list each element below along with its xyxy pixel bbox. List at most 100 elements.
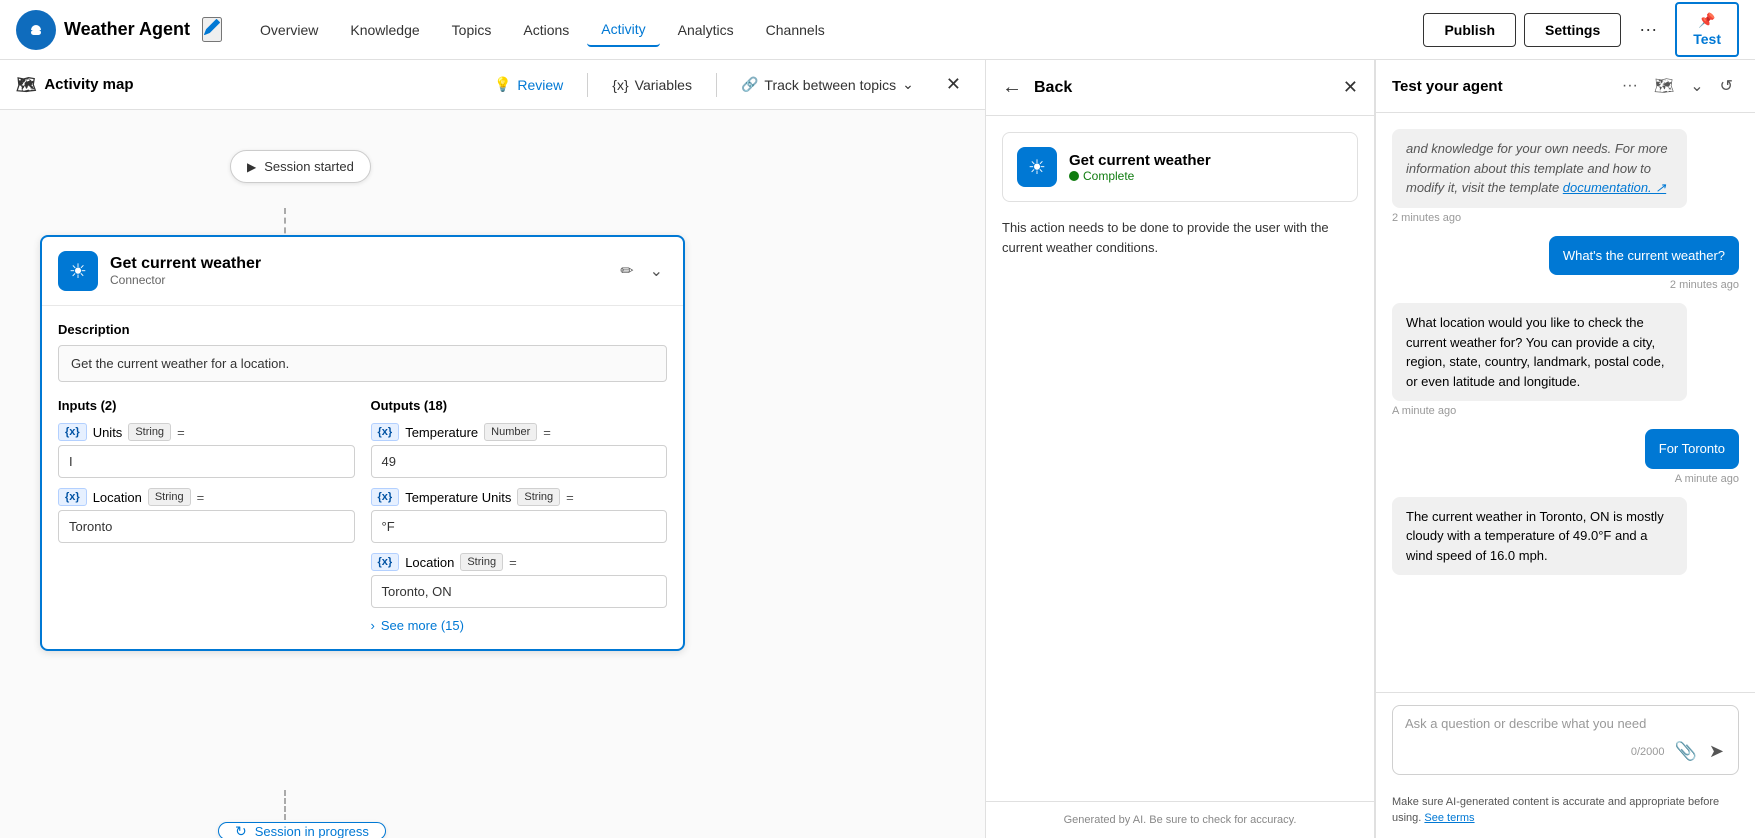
card-title: Get current weather: [110, 255, 616, 273]
action-card-icon: ☀: [1017, 147, 1057, 187]
description-text: Get the current weather for a location.: [58, 345, 667, 382]
nav-link-analytics[interactable]: Analytics: [664, 13, 748, 47]
chat-timestamp-4: A minute ago: [1645, 473, 1739, 485]
chat-timestamp-3: A minute ago: [1392, 405, 1687, 417]
chat-title: Test your agent: [1392, 78, 1616, 95]
card-subtitle: Connector: [110, 273, 616, 287]
session-progress-label: Session in progress: [255, 824, 369, 838]
track-icon: 🔗: [741, 76, 758, 93]
track-label: Track between topics: [764, 77, 896, 93]
publish-button[interactable]: Publish: [1423, 13, 1516, 47]
test-button[interactable]: 📌 Test: [1675, 2, 1739, 57]
nav-links: Overview Knowledge Topics Actions Activi…: [246, 13, 1415, 47]
chat-send-button[interactable]: ➤: [1707, 739, 1726, 764]
units-eq: =: [177, 425, 185, 440]
see-more-label: See more (15): [381, 618, 464, 633]
chat-refresh-button[interactable]: ↺: [1714, 72, 1739, 100]
session-progress-icon: ↻: [235, 823, 247, 838]
chat-more-button[interactable]: ···: [1616, 72, 1644, 100]
track-topics-button[interactable]: 🔗 Track between topics ⌄: [729, 70, 926, 99]
activity-toolbar: 🗺 Activity map 💡 Review {x} Variables 🔗 …: [0, 60, 985, 110]
toolbar-close-button[interactable]: ✕: [938, 70, 969, 99]
units-name: Units: [93, 425, 123, 440]
loc-str-eq: =: [509, 555, 517, 570]
status-label: Complete: [1083, 169, 1134, 183]
nav-link-knowledge[interactable]: Knowledge: [336, 13, 433, 47]
see-more-icon: ›: [371, 618, 375, 633]
chat-input-area: Ask a question or describe what you need…: [1376, 692, 1755, 787]
chat-text-1: and knowledge for your own needs. For mo…: [1406, 141, 1668, 195]
action-panel: ← Back ✕ ☀ Get current weather Complete …: [985, 60, 1375, 838]
inputs-label: Inputs (2): [58, 398, 355, 413]
action-card-info: Get current weather Complete: [1069, 152, 1343, 183]
toolbar-divider: [587, 73, 588, 97]
temp-units-eq: =: [566, 490, 574, 505]
chat-footer: Make sure AI-generated content is accura…: [1376, 787, 1755, 838]
action-close-button[interactable]: ✕: [1343, 77, 1358, 98]
chat-bubble-1: and knowledge for your own needs. For mo…: [1392, 129, 1687, 208]
nav-edit-button[interactable]: [202, 17, 222, 42]
nav-actions: Publish Settings ··· 📌 Test: [1423, 2, 1739, 57]
inputs-col: Inputs (2) {x} Units String = I: [58, 398, 355, 633]
chat-map-button[interactable]: 🗺: [1648, 72, 1680, 100]
test-label: Test: [1693, 31, 1721, 47]
action-panel-header: ← Back ✕: [986, 60, 1374, 116]
activity-area: 🗺 Activity map 💡 Review {x} Variables 🔗 …: [0, 60, 985, 838]
chat-bubble-2: What's the current weather?: [1549, 236, 1739, 276]
input-tag-row-units: {x} Units String =: [58, 423, 355, 441]
connector-line-bottom: [284, 790, 286, 820]
card-edit-button[interactable]: ✏: [616, 257, 637, 285]
location-eq: =: [197, 490, 205, 505]
chat-footer-link[interactable]: See terms: [1424, 812, 1474, 824]
chat-input-box: Ask a question or describe what you need…: [1392, 705, 1739, 775]
chat-input-row: Ask a question or describe what you need: [1405, 716, 1726, 731]
temp-eq: =: [543, 425, 551, 440]
chat-panel: Test your agent ··· 🗺 ⌄ ↺ and knowledge …: [1375, 60, 1755, 838]
more-button[interactable]: ···: [1629, 11, 1667, 48]
action-card: ☀ Get current weather Complete: [1002, 132, 1358, 202]
chat-header: Test your agent ··· 🗺 ⌄ ↺: [1376, 60, 1755, 113]
loc-str-var-tag: {x}: [371, 553, 400, 571]
card-icon: ☀: [58, 251, 98, 291]
settings-button[interactable]: Settings: [1524, 13, 1621, 47]
chat-message-5: The current weather in Toronto, ON is mo…: [1392, 497, 1687, 576]
see-more-button[interactable]: › See more (15): [371, 618, 668, 633]
action-panel-title: Back: [1034, 79, 1343, 97]
review-label: Review: [517, 77, 563, 93]
temp-value: 49: [371, 445, 668, 478]
session-started-label: Session started: [264, 159, 354, 174]
nav-link-topics[interactable]: Topics: [438, 13, 506, 47]
action-back-button[interactable]: ←: [1002, 76, 1022, 99]
chat-timestamp-2: 2 minutes ago: [1549, 279, 1739, 291]
documentation-link[interactable]: documentation. ↗: [1563, 180, 1666, 195]
location-value: Toronto: [58, 510, 355, 543]
nav-link-channels[interactable]: Channels: [752, 13, 839, 47]
description-label: Description: [58, 322, 667, 337]
map-icon: 🗺: [16, 75, 36, 95]
chat-message-3: What location would you like to check th…: [1392, 303, 1687, 417]
chat-input-actions: 0/2000 📎 ➤: [1405, 739, 1726, 764]
location-name: Location: [93, 490, 142, 505]
card-expand-button[interactable]: ⌄: [646, 257, 667, 285]
nav-link-actions[interactable]: Actions: [509, 13, 583, 47]
nav-link-overview[interactable]: Overview: [246, 13, 332, 47]
chat-expand-button[interactable]: ⌄: [1684, 72, 1709, 100]
input-row-units: {x} Units String = I: [58, 423, 355, 478]
main-layout: 🗺 Activity map 💡 Review {x} Variables 🔗 …: [0, 60, 1755, 838]
review-button[interactable]: 💡 Review: [482, 70, 575, 99]
chat-attach-button[interactable]: 📎: [1672, 739, 1698, 764]
action-card-status: Complete: [1069, 169, 1343, 183]
loc-str-name: Location: [405, 555, 454, 570]
chat-input-placeholder: Ask a question or describe what you need: [1405, 716, 1726, 731]
output-tag-row-location-string: {x} Location String =: [371, 553, 668, 571]
activity-map-label: Activity map: [44, 76, 133, 93]
card-header: ☀ Get current weather Connector ✏ ⌄: [42, 237, 683, 306]
variables-button[interactable]: {x} Variables: [600, 71, 704, 99]
chat-messages: and knowledge for your own needs. For mo…: [1376, 113, 1755, 692]
nav-link-activity[interactable]: Activity: [587, 13, 659, 47]
nav-title: Weather Agent: [64, 19, 190, 40]
temp-var-tag: {x}: [371, 423, 400, 441]
activity-toolbar-title: 🗺 Activity map: [16, 75, 134, 95]
action-footer: Generated by AI. Be sure to check for ac…: [986, 801, 1374, 838]
session-progress-node: ↻ Session in progress: [218, 822, 386, 838]
